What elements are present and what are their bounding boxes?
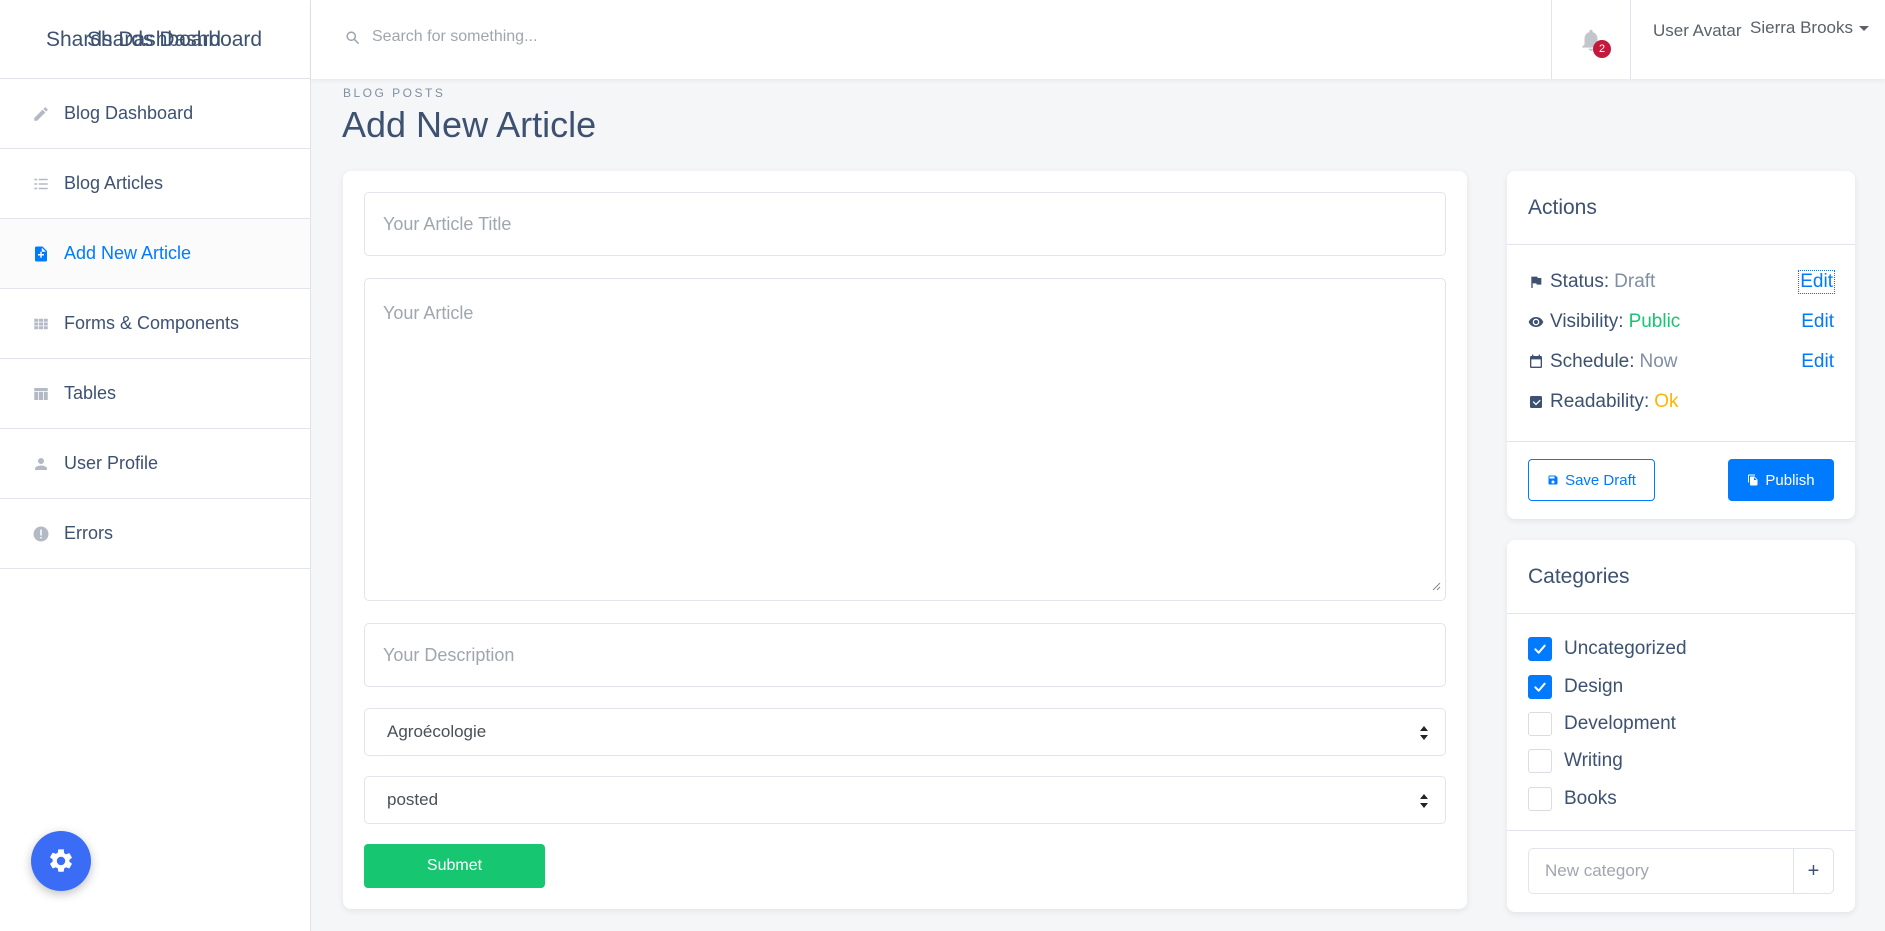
settings-fab-button[interactable] (31, 831, 91, 891)
edit-visibility-link[interactable]: Edit (1801, 311, 1834, 333)
score-icon (1528, 394, 1546, 410)
category-label: Design (1564, 676, 1624, 697)
page-subtitle: BLOG POSTS (343, 86, 446, 100)
edit-status-link[interactable]: Edit (1798, 270, 1835, 294)
sidebar-item-blog-articles[interactable]: Blog Articles (0, 149, 310, 219)
select-arrows-icon (1419, 725, 1429, 746)
sidebar: Shards Dashboard Shards Dashboard Blog D… (0, 0, 311, 931)
article-title-input[interactable]: Your Article Title (364, 192, 1446, 256)
add-category-button[interactable]: + (1793, 848, 1834, 894)
category-select[interactable]: Agroécologie (364, 708, 1446, 756)
category-checkbox[interactable] (1528, 787, 1552, 811)
sidebar-item-label: Add New Article (64, 243, 192, 263)
user-menu-toggle[interactable]: Sierra Brooks (1750, 18, 1869, 38)
schedule-value: Now (1639, 351, 1678, 372)
brand[interactable]: Shards Dashboard Shards Dashboard (0, 0, 310, 79)
brand-text-overlay: Shards Dashboard (87, 28, 263, 51)
actions-card: Actions Status: Draft Edit Visibility: P… (1507, 171, 1855, 519)
status-row: Status: Draft Edit (1528, 270, 1835, 294)
visibility-label: Visibility: (1550, 311, 1624, 332)
category-label: Books (1564, 788, 1617, 809)
schedule-row: Schedule: Now Edit (1528, 351, 1834, 373)
category-select-value: Agroécologie (387, 722, 487, 741)
category-writing[interactable]: Writing (1528, 749, 1623, 773)
pencil-icon (31, 104, 51, 124)
flag-icon (1528, 274, 1546, 290)
sidebar-item-errors[interactable]: Errors (0, 499, 310, 569)
search-box[interactable] (345, 28, 872, 46)
categories-header: Categories (1507, 540, 1855, 614)
sidebar-item-label: Blog Dashboard (64, 103, 194, 123)
category-checkbox[interactable] (1528, 712, 1552, 736)
eye-icon (1528, 314, 1546, 330)
gear-icon (47, 847, 75, 875)
category-checkbox[interactable] (1528, 749, 1552, 773)
status-select[interactable]: posted (364, 776, 1446, 824)
new-category-input[interactable] (1528, 848, 1794, 894)
select-arrows-icon (1419, 793, 1429, 814)
actions-footer-divider (1507, 441, 1855, 442)
category-checkbox[interactable] (1528, 675, 1552, 699)
note-add-icon (31, 244, 51, 264)
readability-label: Readability: (1550, 391, 1650, 412)
publish-button[interactable]: Publish (1728, 459, 1834, 501)
user-avatar[interactable]: User Avatar (1653, 21, 1742, 41)
category-development[interactable]: Development (1528, 712, 1676, 736)
person-icon (31, 454, 51, 474)
sidebar-item-blog-dashboard[interactable]: Blog Dashboard (0, 79, 310, 149)
error-icon (31, 524, 51, 544)
category-books[interactable]: Books (1528, 787, 1617, 811)
sidebar-item-label: Tables (64, 383, 117, 403)
file-copy-icon (1747, 474, 1765, 486)
search-input[interactable] (372, 28, 872, 46)
list-icon (31, 174, 51, 194)
page-title: Add New Article (342, 104, 597, 145)
save-draft-button[interactable]: Save Draft (1528, 459, 1655, 501)
categories-card: Categories Uncategorized Design Developm… (1507, 540, 1855, 912)
sidebar-item-tables[interactable]: Tables (0, 359, 310, 429)
readability-value: Ok (1654, 391, 1679, 412)
schedule-label: Schedule: (1550, 351, 1635, 372)
category-design[interactable]: Design (1528, 675, 1623, 699)
article-body-placeholder: Your Article (383, 303, 474, 323)
status-label: Status: (1550, 271, 1610, 292)
visibility-row: Visibility: Public Edit (1528, 311, 1834, 333)
publish-label: Publish (1765, 471, 1815, 489)
topbar: 2 User Avatar Sierra Brooks (311, 0, 1885, 79)
categories-footer-divider (1507, 830, 1855, 831)
sidebar-item-label: Blog Articles (64, 173, 164, 193)
sidebar-item-add-new-article[interactable]: Add New Article (0, 219, 310, 289)
save-draft-label: Save Draft (1565, 471, 1636, 489)
category-label: Uncategorized (1564, 638, 1687, 659)
category-uncategorized[interactable]: Uncategorized (1528, 637, 1687, 661)
sidebar-item-user-profile[interactable]: User Profile (0, 429, 310, 499)
sidebar-item-label: Errors (64, 523, 113, 543)
status-select-value: posted (387, 790, 439, 809)
submit-button[interactable]: Submet (364, 844, 545, 888)
edit-schedule-link[interactable]: Edit (1801, 351, 1834, 373)
notifications-button[interactable]: 2 (1551, 0, 1631, 79)
sidebar-item-label: Forms & Components (64, 313, 240, 333)
sidebar-item-label: User Profile (64, 453, 159, 473)
article-body-textarea[interactable]: Your Article (364, 278, 1446, 601)
search-icon (345, 30, 360, 45)
status-value: Draft (1614, 271, 1656, 292)
readability-row: Readability: Ok (1528, 391, 1834, 413)
calendar-icon (1528, 354, 1546, 370)
article-editor-card: Your Article Title Your Article Your Des… (343, 171, 1467, 909)
article-description-input[interactable]: Your Description (364, 623, 1446, 687)
actions-header: Actions (1507, 171, 1855, 245)
visibility-value: Public (1628, 311, 1681, 332)
resize-grip-icon[interactable] (1431, 575, 1441, 596)
table-icon (31, 384, 51, 404)
notification-badge: 2 (1593, 40, 1611, 58)
category-label: Writing (1564, 750, 1623, 771)
category-label: Development (1564, 713, 1676, 734)
save-icon (1547, 474, 1565, 486)
sidebar-item-forms-components[interactable]: Forms & Components (0, 289, 310, 359)
grid-icon (31, 314, 51, 334)
category-checkbox[interactable] (1528, 637, 1552, 661)
